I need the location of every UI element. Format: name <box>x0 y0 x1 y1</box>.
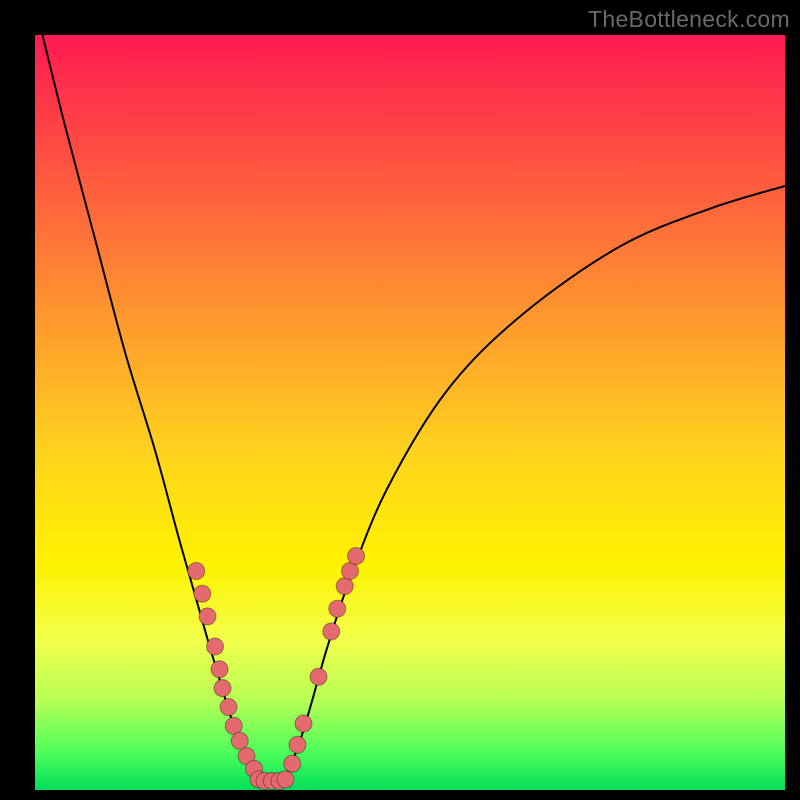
right-branch-curve <box>283 186 786 782</box>
data-marker <box>289 736 306 753</box>
data-markers <box>188 547 365 789</box>
data-marker <box>214 680 231 697</box>
data-marker <box>194 585 211 602</box>
curves-svg <box>35 35 785 790</box>
data-marker <box>225 717 242 734</box>
data-marker <box>336 578 353 595</box>
data-marker <box>284 755 301 772</box>
data-marker <box>342 563 359 580</box>
data-marker <box>310 668 327 685</box>
plot-area <box>35 35 785 790</box>
data-marker <box>211 661 228 678</box>
data-marker <box>348 547 365 564</box>
data-marker <box>231 732 248 749</box>
data-marker <box>188 563 205 580</box>
data-marker <box>220 698 237 715</box>
data-marker <box>329 600 346 617</box>
watermark-text: TheBottleneck.com <box>588 6 790 33</box>
chart-stage: TheBottleneck.com <box>0 0 800 800</box>
data-marker <box>207 638 224 655</box>
data-marker <box>323 623 340 640</box>
data-marker <box>277 771 294 788</box>
data-marker <box>295 715 312 732</box>
data-marker <box>199 608 216 625</box>
